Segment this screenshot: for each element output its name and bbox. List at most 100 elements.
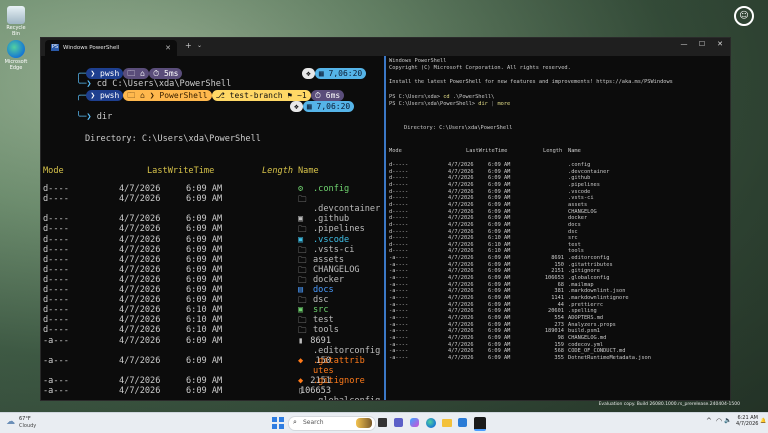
file-type-icon: ◆ [298, 375, 304, 386]
file-time: 6:09 AM [186, 375, 223, 386]
file-mode: -a---- [389, 354, 409, 361]
close-button[interactable]: ✕ [712, 40, 728, 48]
recycle-bin-icon[interactable]: Recycle Bin [4, 6, 28, 37]
maximize-button[interactable]: ☐ [694, 40, 710, 48]
file-date: 4/7/2026 [119, 315, 161, 326]
minimize-button[interactable]: — [676, 40, 692, 48]
file-date: 4/7/2026 [119, 234, 161, 245]
directory-label: Directory: C:\Users\xda\PowerShell [85, 134, 261, 144]
col-lastwrite-header: LastWriteTime [147, 166, 215, 176]
cloud-icon: ☁ [6, 417, 15, 427]
file-mode: d---- [43, 184, 69, 194]
file-mode: -a--- [43, 335, 69, 346]
prompt-text: PS C:\Users\xda\PowerShell> [389, 101, 479, 107]
clock-segment: ▦ 7,06:20 [314, 68, 367, 79]
file-type-icon: 🗀 [298, 195, 307, 206]
recycle-bin-label: Recycle Bin [6, 25, 26, 37]
command-text: dir [96, 112, 113, 122]
col-mode-header: Mode [43, 166, 64, 176]
file-type-icon: ▣ [298, 234, 304, 245]
tray-chevron-icon[interactable]: ^ [706, 417, 712, 425]
file-mode: d---- [43, 295, 69, 306]
chevron-down-icon[interactable]: ⌄ [197, 42, 202, 49]
file-date: 4/7/2026 [119, 194, 161, 205]
command-arg: .\PowerShell\ [449, 94, 495, 100]
file-mode: d---- [43, 254, 69, 265]
start-button[interactable] [272, 417, 284, 429]
user-widget-icon[interactable]: ☺ [734, 6, 754, 26]
weather-widget[interactable]: ☁ 67°F Cloudy [6, 415, 54, 431]
file-name: test [313, 315, 334, 326]
file-type-icon: ◆ [298, 355, 304, 366]
command-text-more: more [497, 101, 511, 107]
file-mode: -a--- [43, 386, 69, 396]
new-tab-button[interactable]: + [185, 41, 192, 50]
edge-desktop-icon[interactable]: Microsoft Edge [4, 40, 28, 71]
eval-watermark: Evaluation copy. Build 26080.1000.rs_pre… [598, 402, 740, 407]
file-time: 6:10 AM [186, 315, 223, 326]
wifi-icon[interactable]: ◠ [716, 417, 722, 425]
left-terminal-pane[interactable]: ╭─ ❯ pwsh 🗀 ⌂ ⏱ 5ms ❖ ▦ 7,06:20 ╰─❯ cd C:\Us… [41, 56, 384, 400]
banner-install: Install the latest PowerShell for new fe… [389, 79, 673, 85]
prompt-arrow-icon: ╭─ [76, 91, 87, 101]
file-mode: -a--- [43, 355, 69, 366]
file-mode: d---- [43, 285, 69, 295]
col-name-header: Name [298, 166, 319, 176]
file-mode: d---- [43, 325, 69, 336]
file-mode: d---- [43, 274, 69, 285]
file-type-icon: ▯ [298, 386, 304, 396]
file-name: .editorconfig [313, 345, 381, 356]
search-box[interactable]: ⌕ Search [288, 416, 376, 431]
store-icon[interactable] [458, 418, 467, 427]
file-time: 6:10 AM [186, 305, 223, 316]
file-time: 6:09 AM [186, 214, 223, 225]
file-time: 6:10 AM [186, 325, 223, 336]
search-highlight-icon [356, 418, 372, 428]
banner-copyright: Copyright (C) Microsoft Corporation. All… [389, 65, 571, 71]
path-name: PowerShell [159, 91, 208, 100]
close-tab-icon[interactable]: ✕ [165, 40, 171, 56]
search-icon: ⌕ [293, 418, 297, 426]
weather-temp: 67°F [19, 416, 31, 422]
title-bar[interactable]: PS Windows PowerShell ✕ + ⌄ — ☐ ✕ [41, 38, 730, 56]
file-mode: d---- [43, 305, 69, 316]
file-type-icon: ▮ [298, 335, 304, 346]
widgets-icon[interactable] [394, 418, 403, 427]
file-name: tools [313, 325, 339, 336]
clock-time: 7,06:20 [316, 102, 351, 111]
file-name: .gitattrib [313, 355, 365, 366]
windows-logo-icon [272, 417, 284, 429]
command-line-2: ╰─❯ dir [45, 102, 112, 132]
file-mode: d---- [43, 214, 69, 225]
edge-glyph [7, 40, 25, 58]
file-name: .devcontainer [313, 204, 381, 215]
file-name: docs [313, 285, 334, 295]
file-time: 6:09 AM [186, 335, 223, 346]
file-type-icon: ⚙ [298, 184, 304, 194]
prompt-text: PS C:\Users\xda> [389, 94, 444, 100]
copilot-icon[interactable] [410, 418, 419, 427]
file-date: 4/7/2026 [119, 355, 161, 366]
tab-windows-powershell[interactable]: PS Windows PowerShell ✕ [45, 40, 177, 56]
volume-icon[interactable]: 🔈 [724, 417, 731, 424]
terminal-taskbar-icon[interactable] [474, 417, 486, 431]
file-date: 4/7/2026 [119, 274, 161, 285]
file-name: docker [313, 274, 345, 285]
right-terminal-pane[interactable]: Windows PowerShell Copyright (C) Microso… [386, 56, 730, 400]
os-segment: ❖ [302, 68, 315, 79]
notification-bell-icon[interactable]: 🔔 [760, 418, 766, 424]
file-time: 6:09 AM [186, 386, 223, 396]
file-time: 6:09 AM [186, 274, 223, 285]
file-explorer-icon[interactable] [442, 419, 452, 427]
file-mode: d---- [43, 234, 69, 245]
taskbar: ☁ 67°F Cloudy ⌕ Search ^ ◠ 🔈 6:21 AM 4/7… [0, 412, 768, 433]
edge-icon[interactable] [426, 418, 436, 428]
path-segment: 🗀 ⌂ ❯ PowerShell [123, 90, 212, 101]
clock[interactable]: 6:21 AM 4/7/2026 [736, 415, 758, 427]
os-segment: ❖ [290, 101, 303, 112]
search-placeholder: Search [303, 419, 324, 426]
task-view-icon[interactable] [378, 418, 387, 427]
file-mode: d---- [43, 315, 69, 326]
file-time: 6:09 AM [186, 355, 223, 366]
prompt-line-2: PS C:\Users\xda\PowerShell> dir | more [389, 101, 510, 108]
